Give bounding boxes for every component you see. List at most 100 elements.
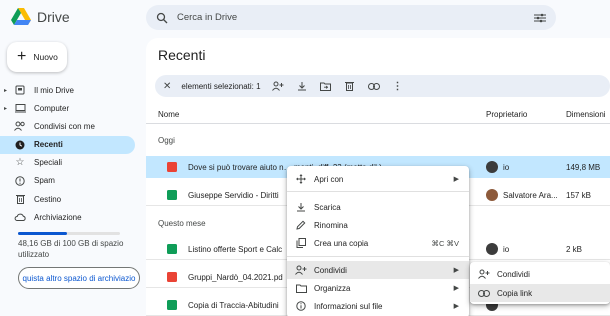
download-icon[interactable] [295,79,309,93]
sidebar-item-my-drive[interactable]: ▸ Il mio Drive [0,81,135,99]
search-input[interactable]: Cerca in Drive [177,12,534,23]
menu-item-file-info[interactable]: Informazioni sul file ▶ [287,297,469,315]
file-size: 157 kB [566,191,591,200]
file-size: 149,8 MB [566,163,601,172]
sheet-file-icon [167,300,177,310]
sidebar-item-label: Computer [34,103,70,113]
sidebar-item-trash[interactable]: Cestino [0,190,135,208]
column-header-size[interactable]: Dimensioni [566,110,606,119]
move-to-folder-icon[interactable] [319,79,333,93]
file-name: Giuseppe Servidio - Diritti [188,191,279,200]
menu-item-label: Informazioni sul file [314,301,383,311]
drive-logo[interactable]: Drive [11,6,70,28]
folder-icon [295,282,307,294]
menu-divider [287,191,469,192]
star-icon: ☆ [15,157,25,169]
link-icon[interactable] [367,79,381,93]
header-divider [146,123,610,124]
app-title: Drive [37,9,70,25]
sidebar-item-recent[interactable]: Recenti [0,135,135,154]
menu-item-rename[interactable]: Rinomina [287,216,469,234]
chevron-right-icon: ▶ [453,303,459,310]
link-icon [478,287,490,299]
menu-divider [287,256,469,257]
search-bar[interactable]: Cerca in Drive [146,5,556,30]
file-size: 2 kB [566,245,583,254]
caret-right-icon[interactable]: ▸ [4,87,12,94]
file-owner: Salvatore Ara... [486,189,558,201]
menu-item-share[interactable]: Condividi ▶ [287,261,469,279]
sidebar-item-label: Archiviazione [34,212,82,222]
info-icon [295,300,307,312]
sidebar-nav: ▸ Il mio Drive ▸ Computer Condivisi con … [0,81,140,227]
owner-name: io [503,162,510,172]
share-icon[interactable] [271,79,285,93]
file-name: Gruppi_Nardò_04.2021.pd [188,273,283,282]
chevron-right-icon: ▶ [453,176,459,183]
sidebar-item-label: Speciali [34,158,63,168]
context-menu: Apri con ▶ Scarica Rinomina Crea una cop… [287,166,469,316]
sidebar-item-spam[interactable]: Spam [0,172,135,190]
edit-icon [295,219,307,231]
submenu-item-label: Copia link [497,288,533,298]
section-today: Oggi [158,136,175,145]
move-icon [295,173,307,185]
pdf-file-icon [167,272,177,282]
file-owner: io [486,243,509,255]
avatar [486,189,498,201]
sidebar-item-label: Il mio Drive [34,85,75,95]
buy-storage-button[interactable]: quista altro spazio di archiviazio [18,267,140,289]
search-icon[interactable] [156,12,168,24]
caret-right-icon[interactable]: ▸ [4,105,12,112]
page-title: Recenti [158,47,206,63]
menu-item-label: Organizza [314,283,351,293]
column-header-name[interactable]: Nome [158,110,179,119]
sidebar-item-shared[interactable]: Condivisi con me [0,117,135,135]
new-button-label: Nuovo [33,52,58,62]
filter-icon[interactable] [534,13,546,23]
file-name: Copia di Traccia-Abitudini [188,301,279,310]
trash-icon [12,194,28,205]
submenu-item-share[interactable]: Condividi [470,265,610,283]
menu-item-open-with[interactable]: Apri con ▶ [287,170,469,188]
trash-icon[interactable] [343,79,357,93]
storage-progress-fill [18,232,67,235]
menu-item-organize[interactable]: Organizza ▶ [287,279,469,297]
menu-item-download[interactable]: Scarica [287,198,469,216]
download-icon [295,201,307,213]
new-button[interactable]: + Nuovo [7,42,67,72]
more-vert-icon[interactable]: ⋮ [391,79,405,93]
column-header-owner[interactable]: Proprietario [486,110,527,119]
menu-item-label: Apri con [314,174,344,184]
menu-item-label: Rinomina [314,220,348,230]
chevron-right-icon: ▶ [453,285,459,292]
storage-progress-bar [18,232,120,235]
sidebar-item-label: Recenti [34,140,63,150]
share-icon [295,264,307,276]
chevron-right-icon: ▶ [453,267,459,274]
sidebar-item-starred[interactable]: ☆ Speciali [0,154,135,172]
menu-item-shortcut: ⌘C ⌘V [431,238,459,248]
sidebar-item-storage[interactable]: Archiviazione [0,208,135,226]
section-this-month: Questo mese [158,219,206,228]
file-name: Listino offerte Sport e Calc [188,245,283,254]
menu-item-label: Scarica [314,202,341,212]
sheet-file-icon [167,190,177,200]
avatar [486,161,498,173]
selection-toolbar: ✕ elementi selezionati: 1 ⋮ [155,75,610,97]
storage-usage-text: 48,16 GB di 100 GB di spazio utilizzato [18,239,124,259]
person-add-icon [478,268,490,280]
copy-icon [295,237,307,249]
menu-item-make-copy[interactable]: Crea una copia ⌘C ⌘V [287,234,469,252]
sidebar-item-computer[interactable]: ▸ Computer [0,99,135,117]
shared-icon [12,121,28,132]
cloud-icon [12,213,28,222]
drive-icon [12,85,28,95]
submenu-item-label: Condividi [497,269,530,279]
share-submenu: Condividi Copia link [470,262,610,304]
submenu-item-copy-link[interactable]: Copia link [470,284,610,302]
menu-item-label: Condividi [314,265,347,275]
owner-name: io [503,244,510,254]
menu-item-label: Crea una copia [314,238,369,248]
close-icon[interactable]: ✕ [163,81,171,92]
